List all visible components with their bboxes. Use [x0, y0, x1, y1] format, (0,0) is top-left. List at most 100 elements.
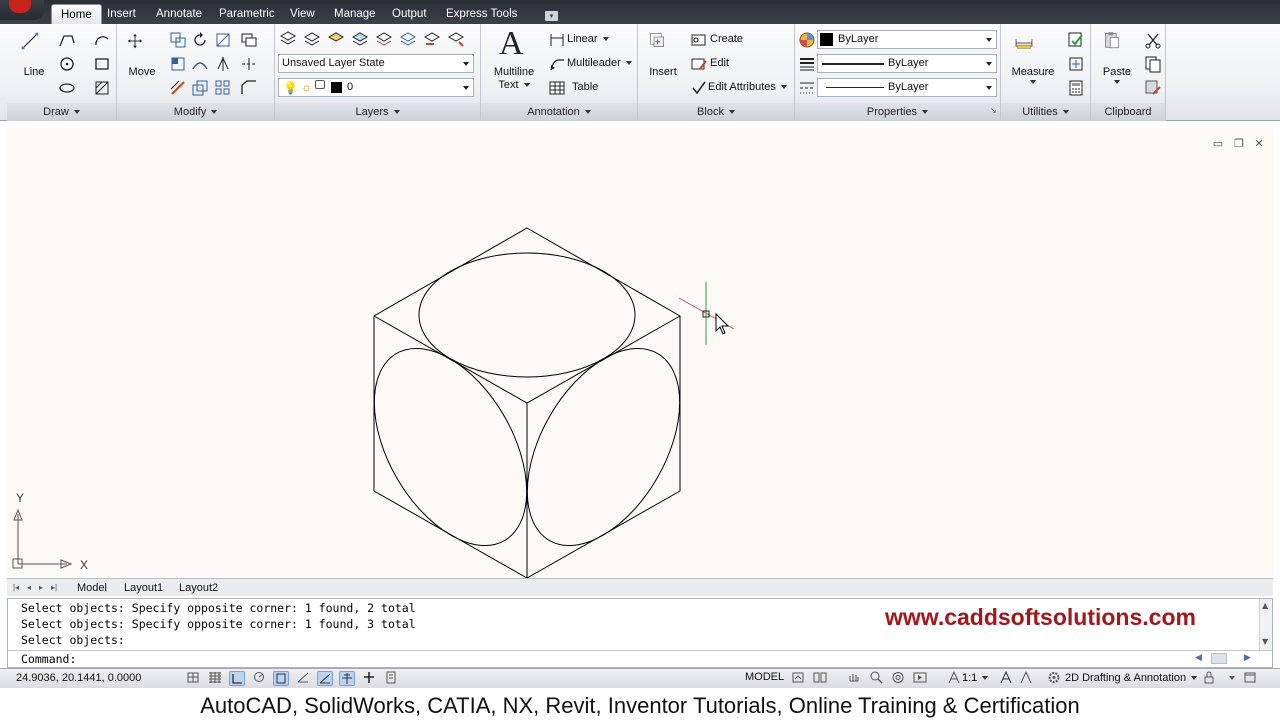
calculator-icon[interactable] [1067, 79, 1085, 97]
explode-icon[interactable] [240, 55, 258, 73]
dynamic-ucs-icon[interactable] [339, 671, 355, 686]
workspace-gear-icon[interactable] [1046, 671, 1062, 686]
paste-icon[interactable] [1103, 31, 1131, 61]
multileader-label[interactable]: Multileader [567, 57, 632, 69]
cut-icon[interactable] [1144, 31, 1162, 49]
scroll-down-icon[interactable]: ▼ [1262, 637, 1268, 646]
object-snap-icon[interactable] [295, 671, 311, 686]
array-icon[interactable] [214, 79, 232, 97]
annotation-scale-icon[interactable] [946, 671, 962, 686]
layer-off-icon[interactable] [303, 30, 321, 48]
lineweight-dropdown[interactable]: ByLayer [817, 54, 997, 73]
tab-parametric[interactable]: Parametric [219, 4, 275, 24]
stretch-icon[interactable] [214, 55, 232, 73]
quick-view-layouts-icon[interactable] [790, 671, 806, 686]
offset-icon[interactable] [169, 79, 187, 97]
close-drawing-icon[interactable]: ✕ [1253, 138, 1265, 150]
match-properties-icon[interactable] [798, 31, 816, 49]
linear-label[interactable]: Linear [567, 33, 609, 45]
paste-dropdown-arrow[interactable] [1114, 80, 1120, 84]
showmotion-icon[interactable] [912, 671, 928, 686]
infer-constraints-icon[interactable] [185, 671, 201, 686]
scroll-up-icon[interactable]: ▲ [1262, 601, 1268, 610]
clipboard-panel-footer[interactable]: Clipboard [1091, 103, 1165, 121]
tab-view[interactable]: View [290, 4, 315, 24]
steering-wheel-icon[interactable] [890, 671, 906, 686]
drawing-canvas[interactable]: Y X [7, 128, 1273, 578]
tab-layout2[interactable]: Layout2 [179, 580, 218, 596]
insert-label[interactable]: Insert [644, 66, 682, 78]
clean-screen-icon[interactable] [1242, 671, 1258, 686]
dynamic-input-icon[interactable] [361, 671, 377, 686]
measure-icon[interactable] [1015, 34, 1049, 56]
command-input[interactable]: Command: ◀ ▶ [8, 650, 1272, 667]
tab-home[interactable]: Home [51, 4, 102, 24]
model-space-button[interactable]: MODEL [745, 671, 784, 683]
circle-icon[interactable] [58, 55, 76, 73]
linetype-dropdown[interactable]: ByLayer [817, 78, 997, 97]
color-dropdown[interactable]: ByLayer [817, 30, 997, 49]
quick-select-icon[interactable] [1067, 31, 1085, 49]
multileader-icon[interactable] [548, 55, 566, 73]
chamfer-icon[interactable] [240, 79, 258, 97]
tab-output[interactable]: Output [392, 4, 427, 24]
snap-mode-icon[interactable] [207, 671, 223, 686]
line-label[interactable]: Line [19, 66, 49, 78]
edit-attributes-label[interactable]: Edit Attributes [708, 81, 787, 93]
fillet-icon[interactable] [191, 55, 209, 73]
ortho-mode-icon[interactable] [251, 671, 267, 686]
lock-toolbar-icon[interactable] [1201, 671, 1217, 686]
object-snap-tracking-icon[interactable] [317, 671, 333, 686]
multiline-text-icon[interactable]: A [499, 26, 524, 62]
next-layout-icon[interactable]: ▸ [39, 583, 43, 592]
multiline-text-label[interactable]: Multiline Text [489, 66, 539, 92]
layer-walk-icon[interactable] [447, 30, 465, 48]
layer-properties-icon[interactable] [279, 30, 297, 48]
line-tool-icon[interactable] [21, 32, 47, 58]
hscroll-left-icon[interactable]: ◀ [1195, 653, 1202, 663]
id-point-icon[interactable] [1067, 55, 1085, 73]
coordinate-readout[interactable]: 24.9036, 20.1441, 0.0000 [16, 672, 141, 684]
trim-icon[interactable] [214, 31, 232, 49]
restore-drawing-icon[interactable]: ❐ [1233, 138, 1245, 150]
paste-label[interactable]: Paste [1097, 66, 1137, 78]
table-icon[interactable] [548, 79, 566, 97]
annotation-panel-footer[interactable]: Annotation [481, 103, 637, 121]
utilities-panel-footer[interactable]: Utilities [1001, 103, 1090, 121]
status-bar-menu-icon[interactable] [1224, 671, 1240, 686]
drawing-area[interactable]: Y X ▭ ❐ ✕ [7, 128, 1273, 578]
layer-dropdown[interactable]: 💡 ☼ 0 [278, 78, 474, 97]
match-clip-icon[interactable] [1144, 79, 1162, 97]
measure-dropdown-arrow[interactable] [1030, 80, 1036, 84]
rectangle-icon[interactable] [93, 55, 111, 73]
draw-panel-footer[interactable]: Draw [7, 103, 116, 121]
tab-insert[interactable]: Insert [107, 4, 136, 24]
lineweight-display-icon[interactable] [383, 671, 399, 686]
layer-previous-icon[interactable] [423, 30, 441, 48]
grid-display-icon[interactable] [229, 671, 245, 686]
annotation-scale-value[interactable]: 1:1 [962, 672, 989, 684]
quick-view-drawings-icon[interactable] [812, 671, 828, 686]
first-layout-icon[interactable]: |◂ [13, 583, 19, 592]
tab-layout1[interactable]: Layout1 [124, 580, 163, 596]
edit-block-icon[interactable] [690, 55, 708, 73]
minimize-ribbon-icon[interactable]: ▾ [545, 11, 558, 21]
properties-dialog-launcher-icon[interactable]: ↘ [990, 106, 997, 115]
copy-clip-icon[interactable] [1144, 55, 1162, 73]
ellipse-icon[interactable] [58, 79, 76, 97]
minimize-drawing-icon[interactable]: ▭ [1212, 138, 1224, 150]
hatch-icon[interactable] [93, 79, 111, 97]
create-block-icon[interactable] [690, 31, 708, 49]
zoom-icon[interactable] [868, 671, 884, 686]
scale-icon[interactable] [191, 79, 209, 97]
modify-panel-footer[interactable]: Modify [117, 103, 274, 121]
edit-label[interactable]: Edit [710, 57, 729, 69]
layer-match-icon[interactable] [399, 30, 417, 48]
last-layout-icon[interactable]: ▸| [51, 583, 57, 592]
prev-layout-icon[interactable]: ◂ [27, 583, 31, 592]
hscroll-thumb[interactable] [1211, 653, 1227, 664]
measure-label[interactable]: Measure [1007, 66, 1059, 78]
tab-express-tools[interactable]: Express Tools [446, 4, 517, 24]
tab-manage[interactable]: Manage [334, 4, 376, 24]
application-menu-button[interactable] [0, 0, 44, 20]
